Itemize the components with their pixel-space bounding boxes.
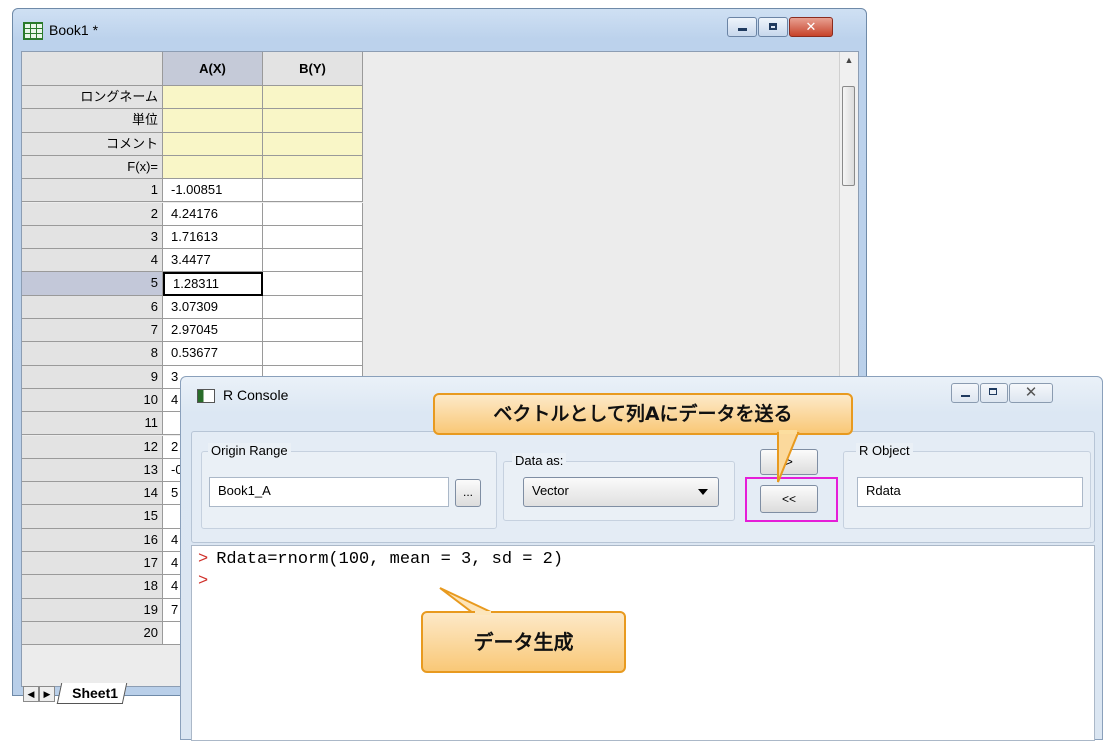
callout-send-vector-pointer [777, 432, 800, 483]
callout-generate: データ生成 [421, 611, 626, 673]
callout-generate-pointer [439, 587, 494, 614]
callout-send-vector-joint [779, 430, 797, 434]
callout-generate-joint [475, 611, 491, 615]
